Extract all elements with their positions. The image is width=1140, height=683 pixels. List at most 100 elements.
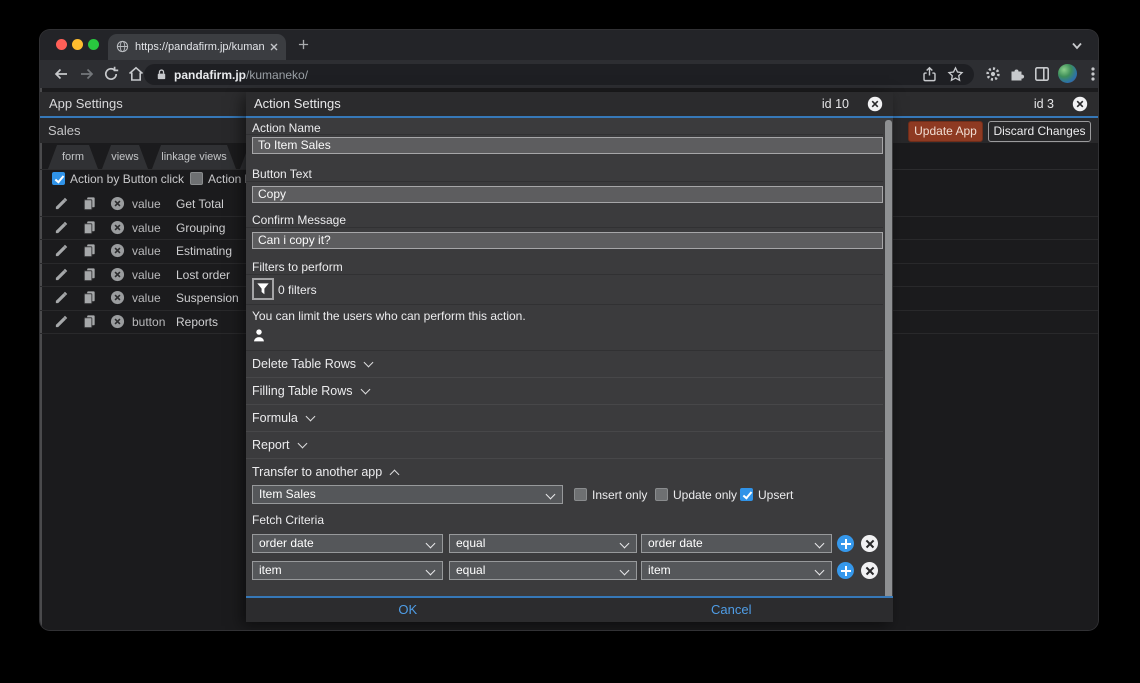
criteria-operator-value: equal [456,563,485,577]
cancel-button[interactable]: Cancel [570,598,894,622]
insert-only-checkbox[interactable] [574,488,587,501]
delete-x-icon[interactable] [110,290,125,310]
select-chevron-icon [546,490,556,500]
app-settings-close-icon[interactable] [1072,96,1088,112]
edit-pencil-icon[interactable] [54,196,69,216]
action-settings-title: Action Settings [254,96,341,111]
modal-scrollbar[interactable] [885,120,892,621]
action-name: Reports [176,315,218,329]
dialog-footer: OK Cancel [246,596,893,622]
action-type: value [132,221,161,235]
app-settings-title: App Settings [49,96,123,111]
menu-kebab-icon[interactable] [1084,65,1098,88]
target-app-select[interactable]: Item Sales [252,485,563,504]
edit-pencil-icon[interactable] [54,290,69,310]
action-by-button-click-checkbox[interactable] [52,172,65,185]
section-transfer-to-another-app[interactable]: Transfer to another app [246,458,883,482]
delete-x-icon[interactable] [110,314,125,334]
bookmark-star-icon[interactable] [947,66,964,88]
favicon-globe-icon [116,40,129,58]
fetch-criteria-label: Fetch Criteria [252,513,324,527]
new-tab-icon[interactable] [296,37,311,57]
profile-avatar[interactable] [1058,64,1077,83]
delete-x-icon[interactable] [110,267,125,287]
action-name-input[interactable]: To Item Sales [252,137,883,154]
remove-criteria-button[interactable] [861,535,878,552]
copy-icon[interactable] [82,243,97,263]
select-chevron-icon [426,539,436,549]
section-report[interactable]: Report [246,431,883,459]
add-criteria-button[interactable] [837,535,854,552]
upsert-checkbox[interactable] [740,488,753,501]
button-text-input[interactable]: Copy [252,186,883,203]
confirm-message-input[interactable]: Can i copy it? [252,232,883,249]
discard-changes-button[interactable]: Discard Changes [988,121,1091,142]
share-icon[interactable] [921,66,938,88]
home-icon[interactable] [127,65,145,88]
url-bar[interactable]: pandafirm.jp/kumaneko/ [144,64,974,85]
window-close-button[interactable] [56,39,67,50]
extension-gear-icon[interactable] [984,65,1002,88]
section-formula[interactable]: Formula [246,404,883,432]
divider [246,304,883,305]
url-domain: pandafirm.jp [174,68,246,82]
tab-close-icon[interactable] [268,40,280,58]
copy-icon[interactable] [82,220,97,240]
section-label: Filling Table Rows [252,384,369,398]
remove-criteria-button[interactable] [861,562,878,579]
criteria-value-value: item [648,563,671,577]
action-by-partial-checkbox[interactable] [190,172,203,185]
criteria-field-value: item [259,563,282,577]
copy-icon[interactable] [82,267,97,287]
criteria-field-select[interactable]: item [252,561,443,580]
action-type: value [132,197,161,211]
criteria-operator-select[interactable]: equal [449,561,637,580]
chevron-down-icon [364,358,374,368]
criteria-field-select[interactable]: order date [252,534,443,553]
update-only-checkbox[interactable] [655,488,668,501]
action-name: Grouping [176,221,225,235]
app-name: Sales [48,123,81,138]
copy-icon[interactable] [82,196,97,216]
action-settings-dialog: Action Settings id 10 Action Name To Ite… [246,92,893,622]
filter-funnel-button[interactable] [252,278,274,300]
edit-pencil-icon[interactable] [54,243,69,263]
edit-pencil-icon[interactable] [54,314,69,334]
delete-x-icon[interactable] [110,196,125,216]
back-icon[interactable] [52,65,70,88]
copy-icon[interactable] [82,314,97,334]
person-icon[interactable] [252,328,266,348]
delete-x-icon[interactable] [110,220,125,240]
edit-pencil-icon[interactable] [54,267,69,287]
update-app-button[interactable]: Update App [908,121,983,142]
action-name: Lost order [176,268,230,282]
chevron-down-icon [360,385,370,395]
side-panel-icon[interactable] [1033,65,1051,88]
tab-search-chevron-icon[interactable] [1070,39,1084,57]
section-filling-table-rows[interactable]: Filling Table Rows [246,377,883,405]
target-app-select-value: Item Sales [259,487,316,501]
window-minimize-button[interactable] [72,39,83,50]
action-settings-close-icon[interactable] [867,96,883,112]
tab-views[interactable]: views [102,145,148,169]
forward-icon[interactable] [78,65,96,88]
browser-tab[interactable]: https://pandafirm.jp/kumaneko [108,34,286,60]
select-chevron-icon [815,539,825,549]
reload-icon[interactable] [102,65,120,88]
edit-pencil-icon[interactable] [54,220,69,240]
update-only-label: Update only [673,488,737,502]
criteria-value-select[interactable]: item [641,561,832,580]
criteria-value-value: order date [648,536,703,550]
tab-form[interactable]: form [48,145,98,169]
window-fullscreen-button[interactable] [88,39,99,50]
add-criteria-button[interactable] [837,562,854,579]
criteria-operator-select[interactable]: equal [449,534,637,553]
tab-linkage-views[interactable]: linkage views [152,145,236,169]
extensions-puzzle-icon[interactable] [1008,65,1026,88]
delete-x-icon[interactable] [110,243,125,263]
section-delete-table-rows[interactable]: Delete Table Rows [246,350,883,378]
criteria-value-select[interactable]: order date [641,534,832,553]
copy-icon[interactable] [82,290,97,310]
divider [246,181,883,182]
ok-button[interactable]: OK [246,598,570,622]
